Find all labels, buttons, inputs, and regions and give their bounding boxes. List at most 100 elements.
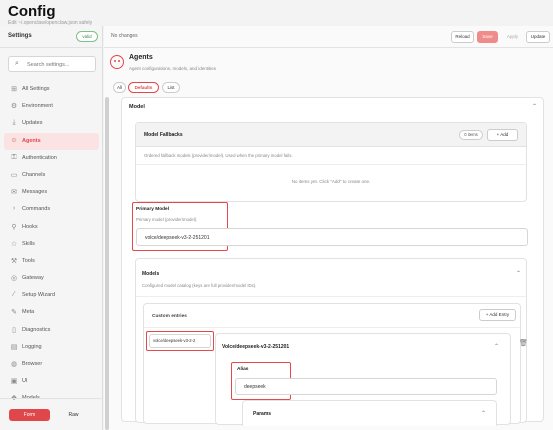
sidebar-nav: ⊞ All Settings ⚙ Environment ⤓ Updates ☺ Age… — [0, 81, 103, 408]
primary-model-value: volce/deepseek-v3-2-251201 — [145, 235, 210, 241]
key-icon: ⚿ — [11, 153, 17, 161]
section-title: Agents — [129, 54, 153, 61]
section-header: Agents Agent configurations, models, and… — [104, 48, 553, 76]
sidebar-item-diagnostics[interactable]: ▯ Diagnostics — [0, 322, 103, 339]
page-title: Config — [8, 3, 56, 20]
sidebar-item-skills[interactable]: ☆ Skills — [0, 236, 103, 253]
add-fallback-button[interactable]: + Add — [487, 129, 518, 141]
toolbar: No changes Reload Save Apply Update — [104, 26, 553, 48]
search-placeholder: Search settings... — [27, 62, 70, 68]
sidebar-item-label: Updates — [22, 120, 43, 127]
sidebar-item-label: Commands — [22, 206, 51, 213]
form-mode-button[interactable]: Form — [9, 409, 50, 421]
alias-input[interactable]: deepseek — [235, 378, 497, 395]
entry-key-input[interactable]: volce/deepseek-v3-2-2 — [149, 334, 211, 348]
terminal-icon: › — [12, 205, 16, 213]
page-header: Config Edit ~/.openclaw/openclaw.json sa… — [0, 0, 553, 26]
sidebar-item-label: Messages — [22, 189, 48, 196]
sidebar-item-meta[interactable]: ✎ Meta — [0, 304, 103, 321]
sidebar-item-label: Logging — [22, 343, 42, 350]
section-description: Agent configurations, models, and identi… — [129, 66, 217, 71]
reload-button[interactable]: Reload — [451, 31, 474, 43]
monitor-icon: ▣ — [10, 378, 18, 386]
sidebar-item-tools[interactable]: ⚒ Tools — [0, 253, 103, 270]
alias-value: deepseek — [244, 384, 266, 390]
chat-icon: ▭ — [10, 171, 18, 179]
collapse-chevron-icon[interactable]: ⌃ — [516, 270, 521, 277]
save-button[interactable]: Save — [477, 31, 498, 43]
sidebar-item-label: Skills — [22, 240, 35, 247]
params-card: Params ⌃ — [242, 400, 497, 426]
download-icon: ⤓ — [12, 119, 16, 127]
scrollbar[interactable] — [105, 97, 109, 430]
empty-state: No items yet. Click "Add" to create one. — [291, 179, 371, 184]
fallbacks-header: Model Fallbacks 0 items + Add — [136, 123, 526, 147]
models-description: Configured model catalog (keys are full … — [142, 283, 257, 288]
grid-icon: ⊞ — [11, 86, 17, 93]
model-entry-card: Volce/deepseek-v3-2-251201 ⌃ Alias deeps… — [215, 333, 511, 426]
collapse-chevron-icon[interactable]: ⌃ — [494, 343, 499, 350]
search-icon: ⌕ — [15, 60, 19, 67]
divider — [144, 327, 520, 328]
divider — [136, 296, 526, 297]
sidebar-header: Settings valid — [0, 26, 102, 48]
fallbacks-title: Model Fallbacks — [144, 132, 183, 138]
log-icon: ▤ — [10, 343, 18, 351]
config-content: Model ⌃ Model Fallbacks 0 items + Add Or… — [104, 97, 553, 430]
sidebar-item-label: Browser — [22, 361, 43, 367]
primary-model-label: Primary Model — [136, 207, 170, 212]
model-fallbacks-card: Model Fallbacks 0 items + Add Ordered fa… — [135, 122, 527, 202]
primary-model-input[interactable]: volce/deepseek-v3-2-251201 — [136, 228, 528, 246]
mode-switcher: Form Raw — [0, 398, 103, 430]
model-panel: Model ⌃ Model Fallbacks 0 items + Add Or… — [121, 97, 544, 426]
update-button[interactable]: Update — [526, 31, 550, 43]
sidebar-item-environment[interactable]: ⚙ Environment — [0, 98, 103, 115]
sidebar-item-authentication[interactable]: ⚿ Authentication — [0, 150, 103, 167]
sidebar-item-label: All Settings — [22, 86, 50, 92]
primary-model-description: Primary model (provider/model). — [136, 217, 198, 222]
sidebar-item-updates[interactable]: ⤓ Updates — [0, 115, 103, 132]
change-status: No changes — [111, 33, 138, 39]
collapse-chevron-icon[interactable]: ⌃ — [532, 103, 537, 110]
sidebar-item-label: Channels — [22, 171, 46, 178]
tab-all[interactable]: All — [113, 82, 126, 93]
link-icon: ⚲ — [11, 223, 17, 231]
params-title: Params — [253, 411, 272, 417]
custom-entries-title: Custom entries — [152, 314, 187, 319]
pencil-icon: ✎ — [11, 309, 17, 317]
sidebar-item-browser[interactable]: ◍ Browser — [0, 356, 103, 373]
search-input[interactable]: ⌕ Search settings... — [8, 56, 96, 72]
sidebar-item-logging[interactable]: ▤ Logging — [0, 339, 103, 356]
sidebar-item-label: UI — [22, 378, 28, 385]
agent-icon — [110, 55, 124, 69]
sidebar-item-hooks[interactable]: ⚲ Hooks — [0, 219, 103, 236]
sidebar-title: Settings — [8, 33, 32, 39]
divider — [136, 164, 526, 165]
sidebar-item-ui[interactable]: ▣ UI — [0, 373, 103, 390]
star-icon: ☆ — [10, 240, 18, 248]
tab-list[interactable]: List — [162, 82, 180, 93]
models-title: Models — [142, 271, 160, 277]
sidebar-item-agents[interactable]: ☺ Agents — [4, 132, 99, 150]
apply-button[interactable]: Apply — [502, 31, 523, 43]
sidebar-item-all-settings[interactable]: ⊞ All Settings — [0, 81, 103, 98]
item-count-badge: 0 items — [459, 130, 483, 140]
sidebar-item-gateway[interactable]: ◎ Gateway — [0, 270, 103, 287]
trash-icon[interactable]: 🗑 — [519, 339, 528, 347]
models-card: Models Configured model catalog (keys ar… — [135, 258, 528, 426]
gear-icon: ⚙ — [10, 103, 18, 111]
tab-defaults[interactable]: Defaults — [128, 82, 159, 93]
sidebar-item-label: Hooks — [22, 223, 38, 230]
agent-icon: ☺ — [10, 136, 18, 144]
fallbacks-description: Ordered fallback models (provider/model)… — [144, 153, 293, 158]
settings-sidebar: Settings valid ⌕ Search settings... ⊞ All… — [0, 26, 103, 430]
sidebar-item-commands[interactable]: › Commands — [0, 201, 103, 218]
sidebar-item-setup-wizard[interactable]: ⁄ Setup Wizard — [0, 287, 103, 304]
sidebar-item-channels[interactable]: ▭ Channels — [0, 167, 103, 184]
sidebar-item-messages[interactable]: ✉ Messages — [0, 184, 103, 201]
sidebar-item-label: Diagnostics — [22, 326, 51, 333]
add-entry-button[interactable]: + Add Entry — [479, 309, 516, 321]
sidebar-item-label: Agents — [22, 137, 41, 144]
raw-mode-button[interactable]: Raw — [53, 409, 94, 421]
collapse-chevron-icon[interactable]: ⌃ — [481, 410, 486, 417]
